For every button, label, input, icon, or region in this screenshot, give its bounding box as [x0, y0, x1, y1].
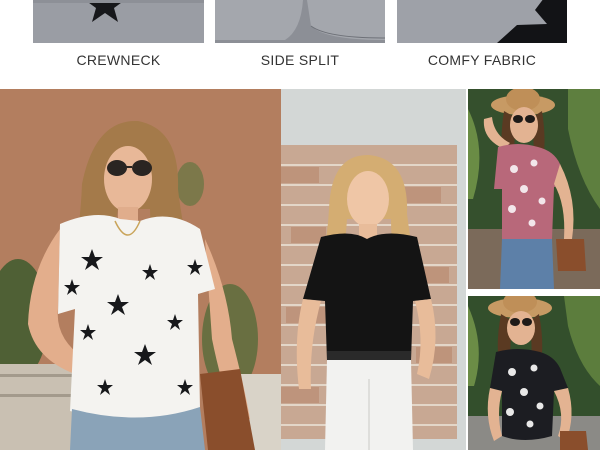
feature-image-comfy-fabric	[397, 0, 567, 43]
model-black-top-print-illustration	[468, 296, 600, 450]
feature-image-side-split	[215, 0, 385, 43]
feature-label-side-split: SIDE SPLIT	[260, 52, 340, 68]
photo-model-white-star-top	[0, 89, 281, 450]
photo-model-pink-print-top	[468, 89, 600, 289]
model-pink-top-illustration	[468, 89, 600, 289]
star-icon	[33, 0, 204, 43]
photo-model-black-top-brick-wall	[281, 89, 466, 450]
photo-model-black-print-top	[468, 296, 600, 450]
model-black-top-illustration	[281, 89, 466, 450]
feature-label-crewneck: CREWNECK	[76, 52, 161, 68]
feature-label-comfy-fabric: COMFY FABRIC	[427, 52, 537, 68]
star-icon	[397, 0, 567, 43]
model-white-star-top-illustration	[0, 89, 281, 450]
feature-image-crewneck	[33, 0, 204, 43]
